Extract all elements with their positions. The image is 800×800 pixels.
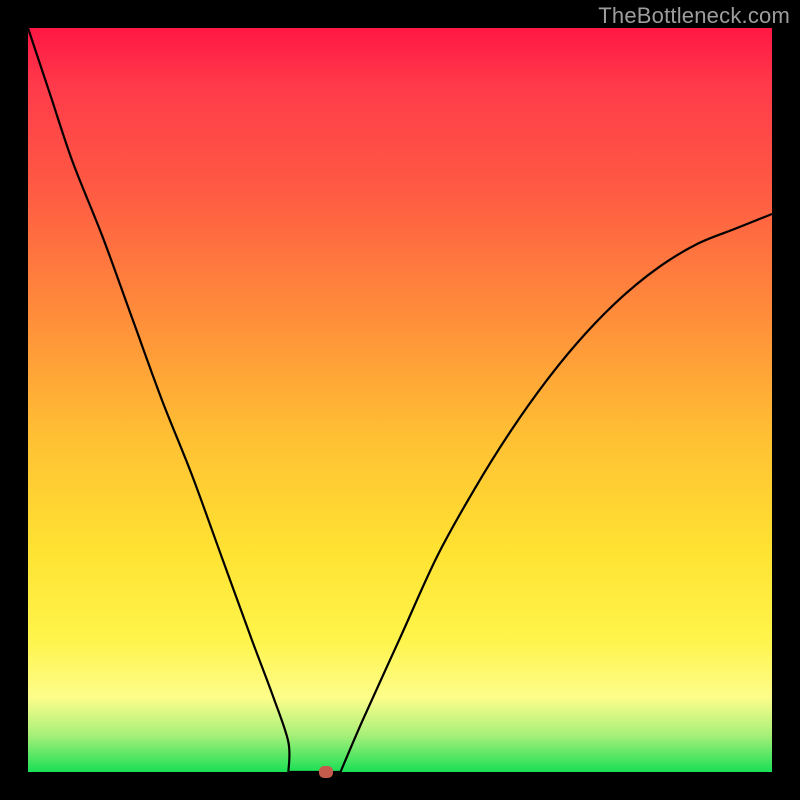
watermark-text: TheBottleneck.com (598, 3, 790, 29)
plot-area (28, 28, 772, 772)
optimum-marker (319, 766, 333, 778)
bottleneck-curve (28, 28, 772, 772)
curve-path (28, 28, 772, 776)
chart-frame: TheBottleneck.com (0, 0, 800, 800)
